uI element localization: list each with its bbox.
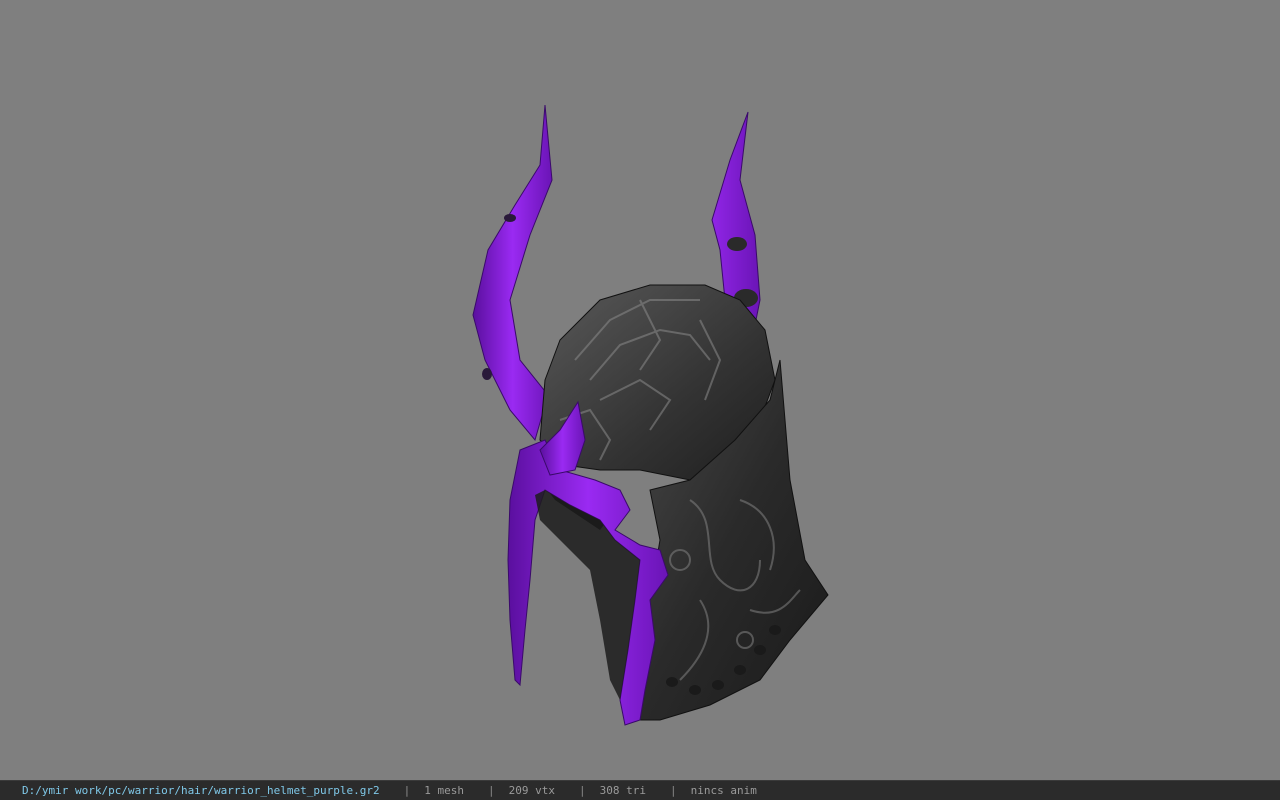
status-bar: D:/ymir work/pc/warrior/hair/warrior_hel… (0, 780, 1280, 800)
mesh-count-label: 1 mesh (424, 784, 464, 797)
anim-status-label: nincs anim (690, 784, 757, 797)
status-separator: | (403, 784, 411, 797)
file-path-label: D:/ymir work/pc/warrior/hair/warrior_hel… (22, 784, 380, 797)
vertex-count-label: 209 vtx (508, 784, 555, 797)
model-viewport[interactable] (0, 0, 1280, 780)
triangle-count-label: 308 tri (599, 784, 646, 797)
left-horn (472, 104, 553, 442)
status-separator: | (578, 784, 586, 797)
helmet-model (472, 104, 829, 726)
cheek-trim (507, 439, 669, 726)
status-separator: | (488, 784, 495, 797)
status-separator: | (669, 784, 677, 797)
